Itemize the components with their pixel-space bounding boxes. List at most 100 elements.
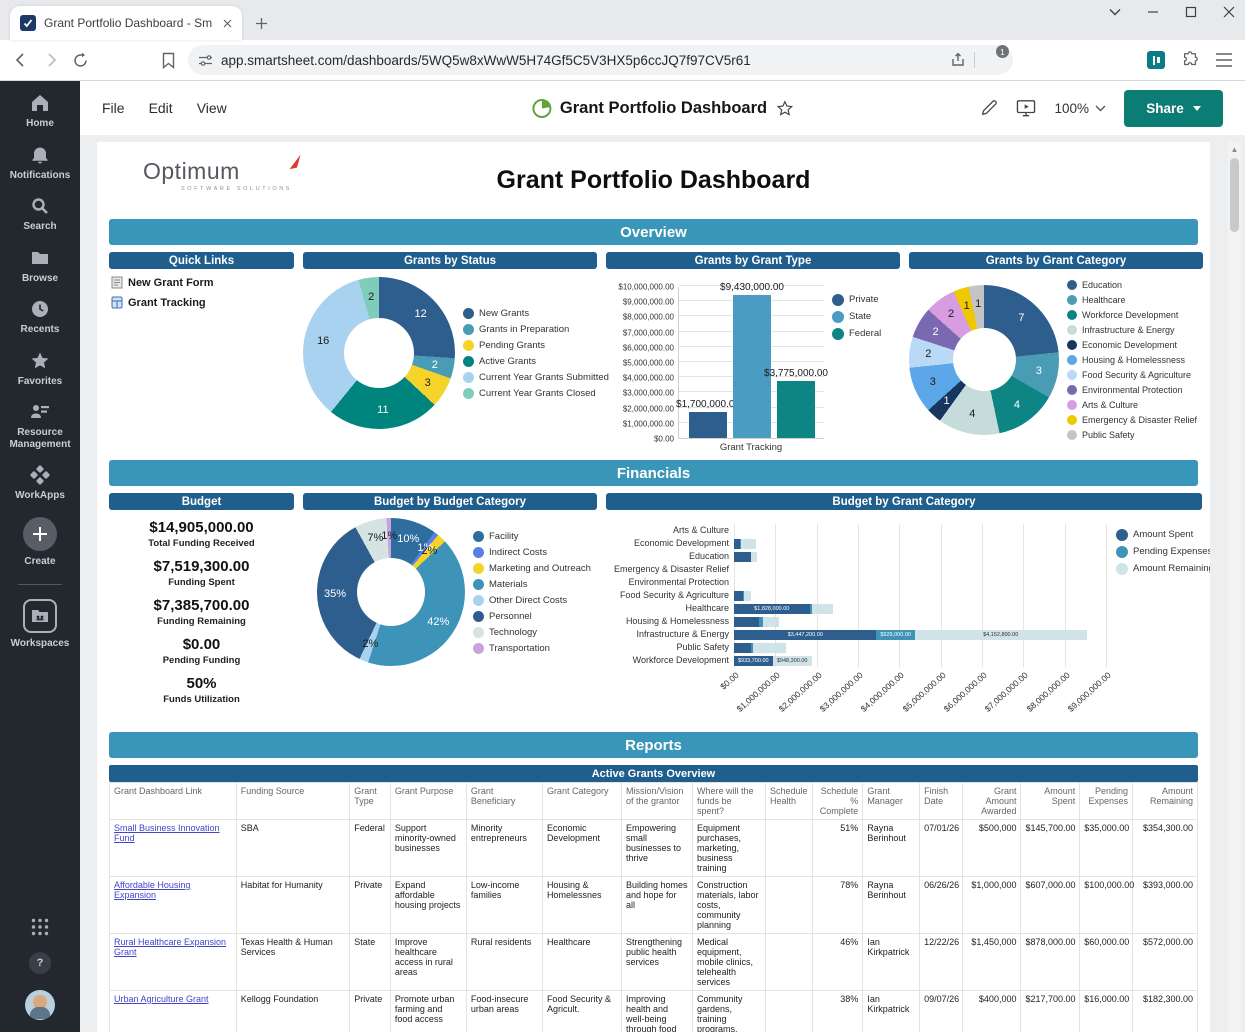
- column-header: Pending Expenses: [1080, 783, 1133, 820]
- sidebar-item-notifications[interactable]: Notifications: [10, 145, 71, 182]
- url-text[interactable]: app.smartsheet.com/dashboards/5WQ5w8xWwW…: [221, 53, 942, 68]
- grant-dashboard-link[interactable]: Affordable Housing Expansion: [114, 880, 190, 900]
- y-tick-label: $0.00: [654, 435, 674, 444]
- window-maximize-icon[interactable]: [1185, 6, 1197, 18]
- metric-funding-remaining: $7,385,700.00 Funding Remaining: [109, 597, 294, 627]
- back-icon[interactable]: [12, 51, 30, 69]
- menu-edit[interactable]: Edit: [149, 100, 173, 116]
- donut-slice-label: 4: [1014, 399, 1020, 411]
- donut-slice-label: 1%: [381, 530, 397, 542]
- bar-segment: $929,000.00: [876, 630, 914, 640]
- legend-label: Economic Development: [1082, 340, 1177, 350]
- address-bar[interactable]: app.smartsheet.com/dashboards/5WQ5w8xWwW…: [188, 45, 1013, 75]
- segment-value-label: $3,447,200.00: [788, 632, 823, 638]
- donut-slice-label: 1: [943, 395, 949, 407]
- quick-link-new-grant-form[interactable]: New Grant Form: [111, 276, 294, 289]
- legend-item: Facility: [473, 531, 591, 542]
- reload-icon[interactable]: [72, 52, 89, 69]
- legend-swatch: [473, 611, 484, 622]
- x-axis-label: Grant Tracking: [678, 442, 824, 453]
- sidebar-item-resource-management[interactable]: Resource Management: [0, 402, 80, 450]
- resource-management-icon: [30, 402, 50, 422]
- sidebar-item-workapps[interactable]: WorkApps: [15, 465, 65, 502]
- quick-link-grant-tracking[interactable]: Grant Tracking: [111, 296, 294, 309]
- help-icon[interactable]: ?: [29, 952, 51, 974]
- y-tick-label: $3,000,000.00: [623, 389, 674, 398]
- sidebar-item-workspaces[interactable]: Workspaces: [11, 599, 70, 650]
- browser-url-bar: app.smartsheet.com/dashboards/5WQ5w8xWwW…: [0, 40, 1245, 81]
- present-icon[interactable]: [1016, 99, 1036, 117]
- window-close-icon[interactable]: [1223, 6, 1235, 18]
- legend-swatch: [463, 372, 474, 383]
- legend-item: Current Year Grants Closed: [463, 388, 609, 399]
- forward-icon[interactable]: [42, 51, 60, 69]
- tab-close-icon[interactable]: [223, 19, 232, 28]
- app-launcher-icon[interactable]: [31, 918, 49, 936]
- bar-value-label: $1,700,000.00: [676, 399, 740, 410]
- share-page-icon[interactable]: [950, 52, 966, 68]
- donut-slice-label: 7: [1018, 312, 1024, 324]
- bar-segment: $4,152,800.00: [915, 630, 1087, 640]
- scrollbar-thumb[interactable]: [1230, 158, 1239, 232]
- legend-item: Other Direct Costs: [473, 595, 591, 606]
- legend-swatch: [1067, 325, 1077, 335]
- grant-dashboard-link[interactable]: Small Business Innovation Fund: [114, 823, 220, 843]
- browser-tab[interactable]: Grant Portfolio Dashboard - Sm: [10, 6, 242, 40]
- menu-view[interactable]: View: [197, 100, 227, 116]
- legend-label: Indirect Costs: [489, 547, 547, 558]
- scroll-up-icon[interactable]: ▲: [1231, 142, 1239, 156]
- legend-item: Personnel: [473, 611, 591, 622]
- plot-column: $1,700,000.00$9,430,000.00$3,775,000.00G…: [678, 285, 824, 453]
- bar-value-label: $9,430,000.00: [720, 282, 784, 293]
- legend-label: Personnel: [489, 611, 532, 622]
- legend-swatch: [473, 547, 484, 558]
- favorite-star-icon[interactable]: [776, 100, 793, 117]
- metric-funds-utilization: 50% Funds Utilization: [109, 675, 294, 705]
- bar-row: [734, 615, 1106, 628]
- sidebar-item-create[interactable]: Create: [23, 517, 57, 568]
- sidebar-item-home[interactable]: Home: [26, 93, 54, 130]
- sidebar-item-recents[interactable]: Recents: [21, 299, 60, 336]
- donut-slice-label: 3: [930, 376, 936, 388]
- grant-dashboard-link[interactable]: Urban Agriculture Grant: [114, 994, 209, 1004]
- new-tab-button[interactable]: [248, 10, 274, 36]
- legend-item: Transportation: [473, 643, 591, 654]
- menu-file[interactable]: File: [102, 100, 125, 116]
- segment-value-label: $948,300.00: [777, 658, 808, 664]
- legend-label: Healthcare: [1082, 295, 1126, 305]
- bar-row: [734, 576, 1106, 589]
- category-label: Arts & Culture: [606, 524, 734, 537]
- browser-menu-icon[interactable]: [1215, 53, 1233, 67]
- gridline: [1106, 524, 1107, 667]
- column-header: Amount Spent: [1021, 783, 1080, 820]
- app-toolbar: File Edit View Grant Portfolio Dashboard: [80, 81, 1245, 135]
- bar-segment: [744, 591, 752, 601]
- legend-item: Pending Grants: [463, 340, 609, 351]
- zoom-control[interactable]: 100%: [1054, 101, 1106, 116]
- pinned-extension-icon[interactable]: [1147, 51, 1165, 69]
- sidebar-item-search[interactable]: Search: [23, 196, 56, 233]
- edit-pencil-icon[interactable]: [980, 99, 998, 117]
- brave-shield-icon[interactable]: 1: [983, 50, 1003, 70]
- y-tick-label: $4,000,000.00: [623, 374, 674, 383]
- extensions-puzzle-icon[interactable]: [1181, 51, 1199, 69]
- window-minimize-icon[interactable]: [1147, 6, 1159, 18]
- bookmark-icon[interactable]: [161, 52, 176, 69]
- grant-dashboard-link[interactable]: Rural Healthcare Expansion Grant: [114, 937, 226, 957]
- legend-item: Private: [832, 294, 881, 306]
- sidebar-item-browse[interactable]: Browse: [22, 248, 58, 285]
- y-tick-label: $10,000,000.00: [618, 283, 674, 292]
- y-tick-label: $5,000,000.00: [623, 359, 674, 368]
- site-settings-icon[interactable]: [198, 54, 213, 67]
- user-avatar[interactable]: [25, 990, 55, 1020]
- share-button[interactable]: Share: [1124, 90, 1223, 127]
- left-sidebar: Home Notifications Search Browse Recents…: [0, 81, 80, 1032]
- legend-label: Food Security & Agriculture: [1082, 370, 1191, 380]
- donut-slice-label: 2: [948, 308, 954, 320]
- tab-search-chevron-icon[interactable]: [1109, 8, 1121, 16]
- legend-swatch: [832, 294, 844, 306]
- legend-item: Federal: [832, 328, 881, 340]
- vertical-scrollbar[interactable]: ▲: [1228, 142, 1241, 1032]
- legend-item: Technology: [473, 627, 591, 638]
- sidebar-item-favorites[interactable]: Favorites: [18, 351, 62, 388]
